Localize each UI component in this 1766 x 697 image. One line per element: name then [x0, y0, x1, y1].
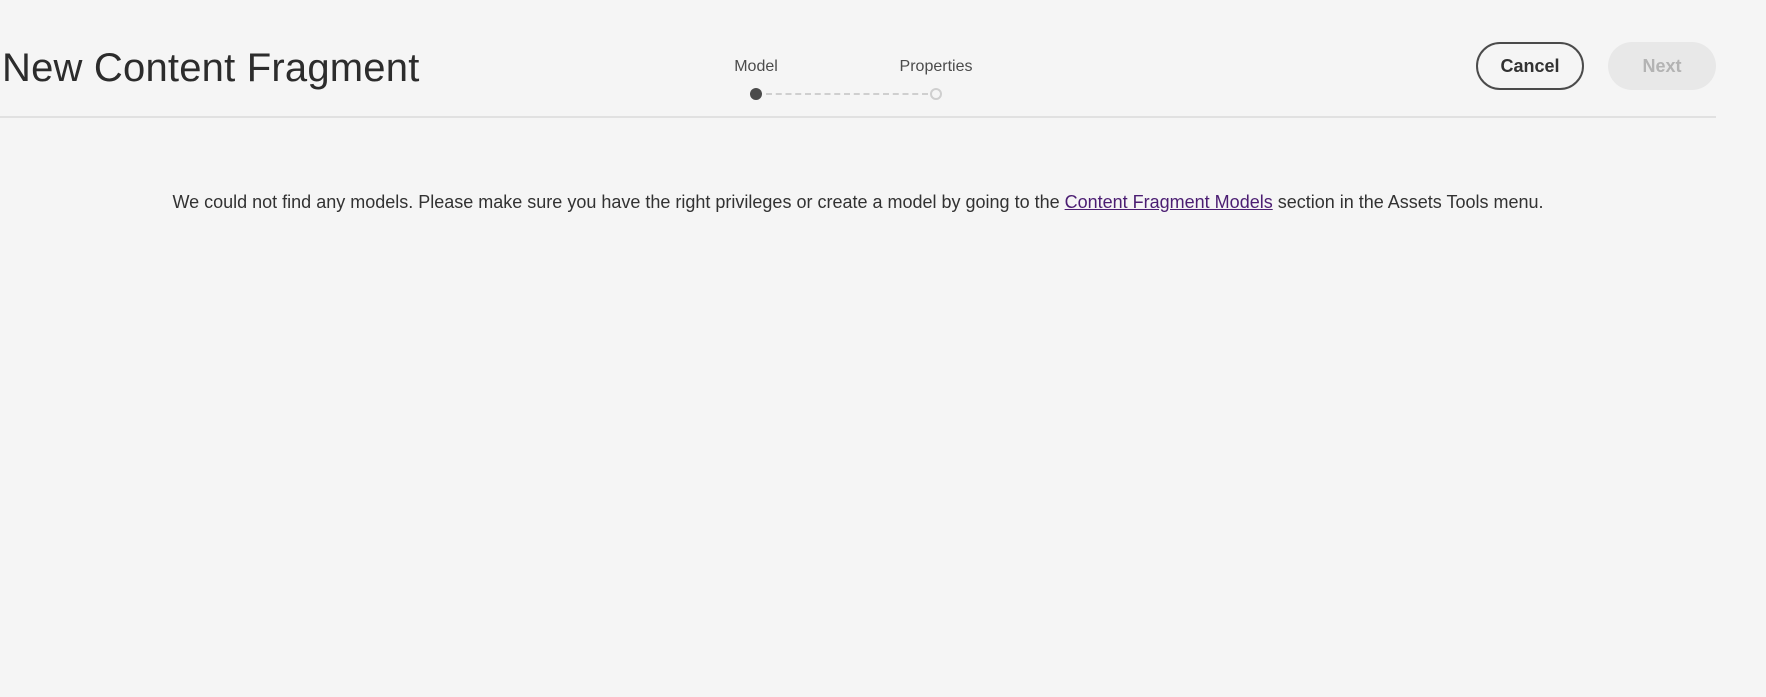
step-connector — [766, 93, 928, 95]
step-model-indicator — [750, 88, 762, 100]
wizard-header: New Content Fragment Model Properties Ca… — [0, 0, 1716, 118]
cancel-button[interactable]: Cancel — [1476, 42, 1584, 90]
wizard-stepper: Model Properties — [700, 54, 1000, 104]
content-fragment-models-link[interactable]: Content Fragment Models — [1065, 192, 1273, 212]
step-model-label: Model — [734, 58, 778, 75]
message-text-after: section in the Assets Tools menu. — [1272, 192, 1544, 212]
next-button[interactable]: Next — [1608, 42, 1716, 90]
no-models-message: We could not find any models. Please mak… — [0, 192, 1716, 213]
step-properties-indicator — [930, 88, 942, 100]
message-text-before: We could not find any models. Please mak… — [172, 192, 1065, 212]
page-title: New Content Fragment — [2, 46, 420, 90]
step-properties-label: Properties — [899, 58, 973, 75]
